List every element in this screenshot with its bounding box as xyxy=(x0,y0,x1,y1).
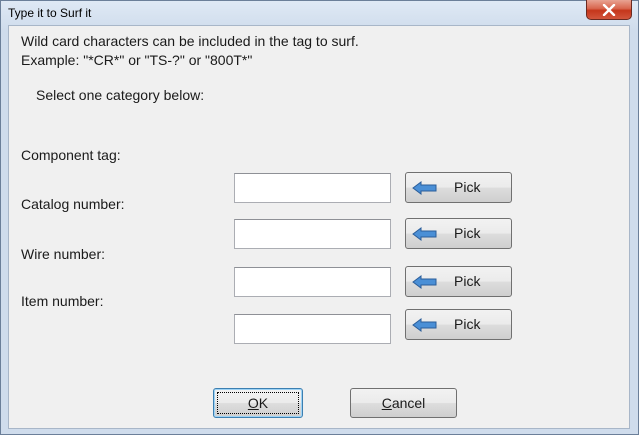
intro-line-2: Example: "*CR*" or "TS-?" or "800T*" xyxy=(21,52,253,68)
close-button[interactable] xyxy=(586,0,632,20)
wire-number-input[interactable] xyxy=(234,267,391,297)
component-tag-label: Component tag: xyxy=(21,147,121,163)
category-prompt: Select one category below: xyxy=(36,87,205,103)
dialog-window: Type it to Surf it Wild card characters … xyxy=(0,0,639,435)
wire-number-label: Wire number: xyxy=(21,246,106,262)
intro-line-1: Wild card characters can be included in … xyxy=(21,33,359,49)
item-number-pick-button[interactable]: Pick xyxy=(405,309,512,340)
pick-label: Pick xyxy=(454,316,481,332)
item-number-input[interactable] xyxy=(234,314,391,344)
close-icon xyxy=(602,3,616,16)
ok-button[interactable]: OK xyxy=(213,388,303,418)
wire-number-pick-button[interactable]: Pick xyxy=(405,266,512,297)
left-arrow-icon xyxy=(412,275,437,289)
pick-label: Pick xyxy=(454,179,481,195)
pick-label: Pick xyxy=(454,273,481,289)
dialog-body: Wild card characters can be included in … xyxy=(8,25,630,429)
catalog-number-input[interactable] xyxy=(234,219,391,249)
item-number-label: Item number: xyxy=(21,293,104,309)
title-bar[interactable]: Type it to Surf it xyxy=(1,0,638,25)
left-arrow-icon xyxy=(412,318,437,332)
catalog-number-pick-button[interactable]: Pick xyxy=(405,218,512,249)
pick-label: Pick xyxy=(454,225,481,241)
component-tag-input[interactable] xyxy=(234,173,391,203)
component-tag-pick-button[interactable]: Pick xyxy=(405,172,512,203)
left-arrow-icon xyxy=(412,181,437,195)
cancel-button[interactable]: Cancel xyxy=(350,388,457,418)
window-title: Type it to Surf it xyxy=(8,6,92,20)
cancel-label: Cancel xyxy=(381,395,426,411)
left-arrow-icon xyxy=(412,227,437,241)
focus-rectangle xyxy=(217,392,299,414)
catalog-number-label: Catalog number: xyxy=(21,196,125,212)
